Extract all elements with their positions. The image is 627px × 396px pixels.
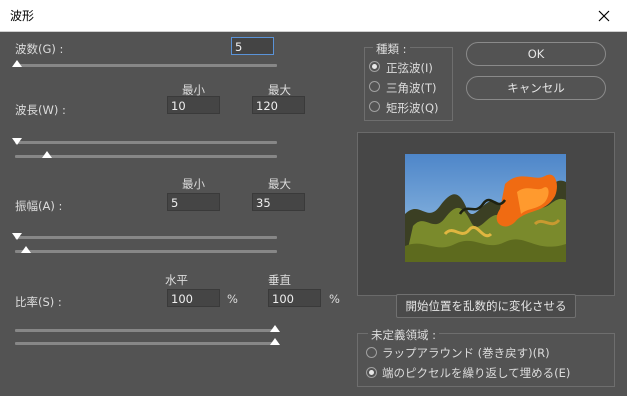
scale-vertical-thumb[interactable] [270,338,280,345]
sine-radio[interactable] [369,61,380,72]
wavelength-label: 波長(W) : [15,103,66,117]
amplitude-slider-top-track[interactable] [15,236,277,239]
scale-vertical-track[interactable] [15,342,277,345]
amplitude-min-thumb[interactable] [12,233,22,240]
repeat-edge-radio[interactable] [366,367,377,378]
amplitude-label: 振幅(A) : [15,199,63,213]
amplitude-slider-bottom-track[interactable] [15,250,277,253]
cancel-button[interactable]: キャンセル [466,76,606,100]
preview-panel [357,132,615,296]
generators-slider-thumb[interactable] [12,60,22,67]
scale-vertical-label: 垂直 [268,273,291,287]
wavelength-max-input[interactable]: 120 [252,96,305,114]
generators-slider-track[interactable] [15,64,277,67]
wraparound-label[interactable]: ラップアラウンド (巻き戻す)(R) [382,345,550,361]
triangle-label[interactable]: 三角波(T) [386,80,437,96]
close-button[interactable] [581,0,627,31]
wavelength-min-thumb[interactable] [12,138,22,145]
undefined-area-title: 未定義領域 : [368,327,440,343]
randomize-button[interactable]: 開始位置を乱数的に変化させる [396,294,576,318]
scale-horizontal-thumb[interactable] [270,325,280,332]
scale-vertical-percent: % [329,292,340,306]
scale-vertical-input[interactable]: 100 [268,289,321,307]
amplitude-max-input[interactable]: 35 [252,193,305,211]
triangle-radio[interactable] [369,81,380,92]
sine-label[interactable]: 正弦波(I) [386,60,433,76]
square-radio[interactable] [369,101,380,112]
amplitude-min-input[interactable]: 5 [167,193,220,211]
repeat-edge-label[interactable]: 端のピクセルを繰り返して埋める(E) [382,365,570,381]
scale-horizontal-percent: % [227,292,238,306]
square-label[interactable]: 矩形波(Q) [386,100,439,116]
title-bar: 波形 [0,0,627,32]
ok-button[interactable]: OK [466,42,606,66]
wavelength-slider-top-track[interactable] [15,141,277,144]
type-group-title: 種類 : [373,41,410,57]
amplitude-max-label: 最大 [268,177,291,191]
generators-input[interactable]: 5 [231,37,274,55]
preview-image [405,154,566,262]
amplitude-min-label: 最小 [182,177,205,191]
wavelength-slider-bottom-track[interactable] [15,155,277,158]
close-icon [598,10,610,21]
amplitude-max-thumb[interactable] [21,246,31,253]
wraparound-radio[interactable] [366,347,377,358]
scale-horizontal-input[interactable]: 100 [167,289,220,307]
scale-label: 比率(S) : [15,295,62,309]
wave-dialog: 波数(G) : 5 最小 最大 波長(W) : 10 120 最小 最大 振幅(… [0,32,627,396]
generators-label: 波数(G) : [15,42,64,56]
wavelength-max-thumb[interactable] [42,151,52,158]
wavelength-min-input[interactable]: 10 [167,96,220,114]
scale-horizontal-label: 水平 [165,273,188,287]
scale-horizontal-track[interactable] [15,329,277,332]
window-title: 波形 [10,9,35,23]
